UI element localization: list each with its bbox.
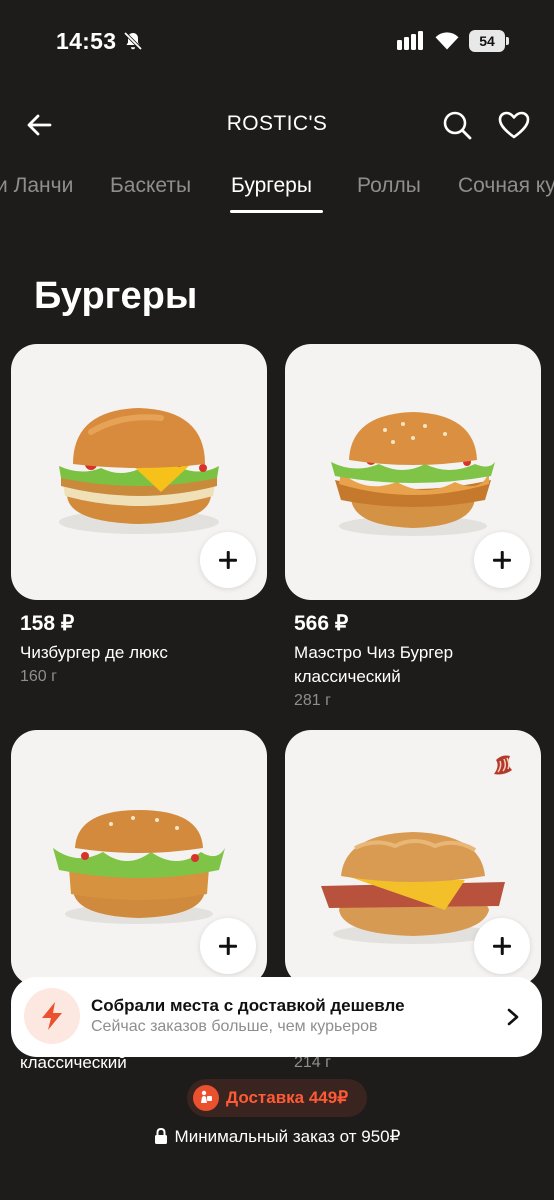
- delivery-price: Доставка 449₽: [226, 1088, 349, 1107]
- add-to-cart-button[interactable]: [474, 532, 530, 588]
- add-to-cart-button[interactable]: [200, 918, 256, 974]
- bacon-icon: [494, 755, 512, 775]
- battery-icon: 54: [469, 30, 509, 52]
- tab-lunch[interactable]: и Ланчи: [0, 174, 73, 198]
- search-icon[interactable]: [441, 109, 473, 141]
- banner-title: Собрали места с доставкой дешевле: [91, 996, 405, 1015]
- product-card-classic-burger[interactable]: [11, 730, 267, 986]
- product-card-maestro-cheese-burger[interactable]: [285, 344, 541, 600]
- tab-baskets[interactable]: Баскеты: [110, 174, 191, 198]
- product-weight: 281 г: [294, 692, 331, 709]
- chevron-right-icon[interactable]: [502, 1005, 524, 1029]
- lightning-icon: [24, 988, 80, 1044]
- product-price: 158 ₽: [20, 612, 75, 635]
- section-title: Бургеры: [34, 275, 198, 317]
- minimum-order: Минимальный заказ от 950₽: [0, 1127, 554, 1147]
- add-to-cart-button[interactable]: [200, 532, 256, 588]
- add-to-cart-button[interactable]: [474, 918, 530, 974]
- product-name: Чизбургер де люкс: [20, 643, 168, 662]
- tab-burgers[interactable]: Бургеры: [231, 174, 312, 198]
- minimum-order-label: Минимальный заказ от 950₽: [174, 1127, 401, 1146]
- bell-off-icon: [123, 31, 143, 51]
- tab-rolls[interactable]: Роллы: [357, 174, 421, 198]
- wifi-icon: [435, 32, 459, 50]
- status-time: 14:53: [56, 28, 117, 54]
- product-weight: 160 г: [20, 668, 57, 685]
- product-name: Маэстро Чиз Бургер классический: [294, 643, 454, 686]
- battery-level: 54: [469, 30, 505, 52]
- courier-icon: [193, 1085, 219, 1111]
- active-tab-indicator: [230, 210, 323, 213]
- banner-subtitle: Сейчас заказов больше, чем курьеров: [91, 1018, 378, 1035]
- tab-juicy-chicken[interactable]: Сочная ку: [458, 174, 554, 198]
- product-price: 566 ₽: [294, 612, 349, 635]
- product-card-cheeseburger-deluxe[interactable]: [11, 344, 267, 600]
- delivery-price-badge[interactable]: Доставка 449₽: [187, 1079, 367, 1117]
- cheaper-delivery-banner[interactable]: Собрали места с доставкой дешевле Сейчас…: [11, 977, 542, 1057]
- signal-icon: [397, 31, 423, 50]
- status-bar: 14:53 54: [0, 0, 554, 84]
- category-tabs: и Ланчи Баскеты Бургеры Роллы Сочная ку: [0, 168, 554, 216]
- lock-icon: [154, 1128, 167, 1144]
- favorite-heart-icon[interactable]: [497, 109, 531, 141]
